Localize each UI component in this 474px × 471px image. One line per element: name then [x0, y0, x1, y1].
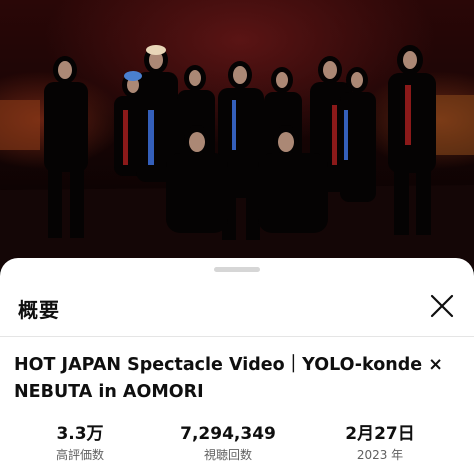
views-count: 7,294,349	[180, 424, 276, 444]
video-frame-image	[0, 45, 474, 270]
video-player[interactable]	[0, 0, 474, 270]
likes-label: 高評価数	[55, 448, 104, 462]
close-icon	[430, 294, 454, 318]
panel-title: 概要	[18, 298, 60, 322]
views-stat: 7,294,349 視聴回数	[166, 422, 290, 464]
drag-handle[interactable]	[214, 267, 260, 272]
upload-date-stat: 2月27日 2023 年	[330, 422, 430, 464]
close-button[interactable]	[422, 286, 462, 326]
likes-stat: 3.3万 高評価数	[38, 422, 122, 464]
video-stats: 3.3万 高評価数 7,294,349 視聴回数 2月27日 2023 年	[0, 422, 474, 468]
upload-date: 2月27日	[345, 424, 415, 444]
screen: 概要 HOT JAPAN Spectacle Video｜YOLO-konde …	[0, 0, 474, 471]
views-label: 視聴回数	[203, 448, 252, 462]
upload-year: 2023 年	[356, 448, 404, 462]
likes-count: 3.3万	[56, 424, 104, 444]
divider	[0, 336, 474, 337]
video-title: HOT JAPAN Spectacle Video｜YOLO-konde × N…	[14, 355, 443, 402]
description-panel: 概要 HOT JAPAN Spectacle Video｜YOLO-konde …	[0, 258, 474, 471]
